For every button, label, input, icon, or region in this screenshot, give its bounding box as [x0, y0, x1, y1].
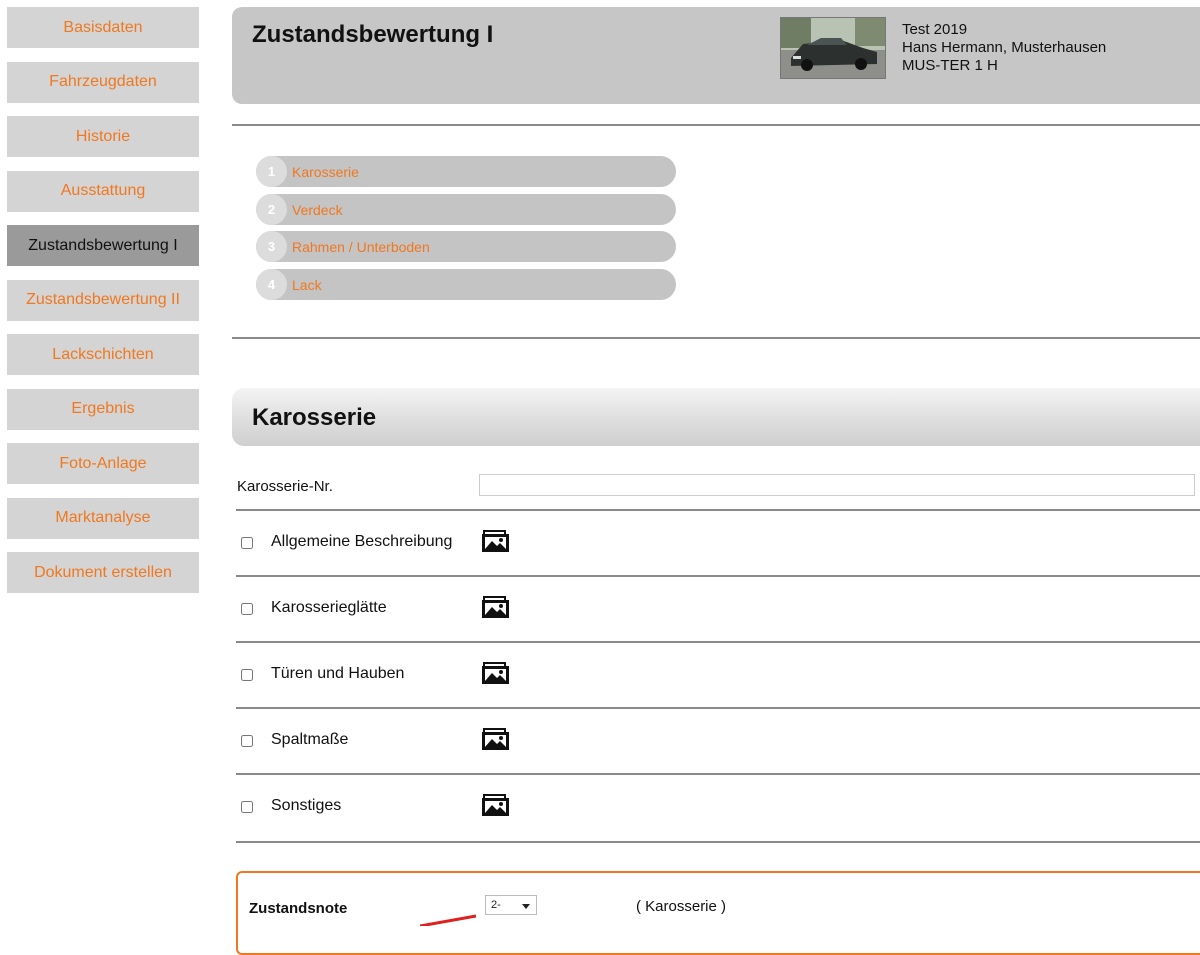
karosserie-nr-input[interactable]: [479, 474, 1195, 496]
list-item-karosseriegl-tte: Karosserieglätte: [236, 575, 1200, 643]
step-karosserie[interactable]: 1 Karosserie: [256, 156, 676, 187]
row-label: Türen und Hauben: [271, 665, 405, 682]
photo-gallery-icon[interactable]: [481, 595, 511, 619]
sidebar-item-zustandsbewertung-1[interactable]: Zustandsbewertung I: [7, 225, 199, 266]
sidebar-item-marktanalyse[interactable]: Marktanalyse: [7, 497, 199, 539]
step-label: Rahmen / Unterboden: [292, 239, 430, 255]
step-label: Lack: [292, 276, 322, 293]
step-number: 3: [256, 231, 287, 262]
sidebar-item-basisdaten[interactable]: Basisdaten: [7, 7, 199, 48]
chevron-down-icon: [522, 904, 530, 909]
grade-note: ( Karosserie ): [636, 898, 727, 915]
karosserie-nr-label: Karosserie-Nr.: [237, 478, 333, 495]
divider: [232, 124, 1200, 126]
vehicle-info-line-2: Hans Hermann, Musterhausen: [902, 39, 1107, 56]
sidebar-item-fahrzeugdaten[interactable]: Fahrzeugdaten: [7, 61, 199, 103]
sidebar-item-ergebnis[interactable]: Ergebnis: [7, 388, 199, 430]
page-title: Zustandsbewertung I: [252, 21, 494, 48]
grade-panel: Zustandsnote 2- ( Karosserie ): [236, 871, 1200, 955]
annotation-arrow-icon: [420, 914, 477, 926]
sidebar-item-ausstattung[interactable]: Ausstattung: [7, 170, 199, 212]
photo-gallery-icon[interactable]: [481, 661, 511, 685]
row-checkbox[interactable]: [241, 801, 253, 813]
sidebar-item-lackschichten[interactable]: Lackschichten: [7, 334, 199, 375]
sidebar-item-zustandsbewertung-2[interactable]: Zustandsbewertung II: [7, 279, 199, 321]
sidebar-item-historie[interactable]: Historie: [7, 116, 199, 157]
step-number: 2: [256, 193, 287, 225]
grade-label: Zustandsnote: [249, 900, 348, 917]
section-title: Karosserie: [252, 404, 377, 431]
step-list: 1 Karosserie 2 Verdeck 3 Rahmen / Unterb…: [256, 156, 676, 306]
row-label: Karosserieglätte: [271, 599, 387, 616]
step-number: 1: [256, 156, 287, 187]
list-item-spaltmasse: Spaltmaße: [236, 707, 1200, 775]
step-label: Verdeck: [292, 201, 343, 218]
step-number: 4: [256, 268, 287, 300]
step-verdeck[interactable]: 2 Verdeck: [256, 193, 676, 225]
section-header: Karosserie: [232, 388, 1200, 446]
step-lack[interactable]: 4 Lack: [256, 268, 676, 300]
step-label: Karosserie: [292, 164, 359, 180]
row-checkbox[interactable]: [241, 669, 253, 681]
row-label: Sonstiges: [271, 797, 342, 814]
page-header: Zustandsbewertung I Test 2019 Hans Herma…: [232, 7, 1200, 104]
row-label: Allgemeine Beschreibung: [271, 533, 453, 550]
photo-gallery-icon[interactable]: [481, 529, 511, 553]
grade-select[interactable]: 2-: [485, 895, 537, 915]
vehicle-info: Test 2019 Hans Hermann, Musterhausen MUS…: [902, 21, 1106, 75]
vehicle-thumbnail: [780, 17, 886, 79]
list-item-tueren-und-hauben: Türen und Hauben: [236, 641, 1200, 709]
car-photo-icon: [781, 18, 885, 78]
grade-select-value: 2-: [491, 899, 501, 911]
row-checkbox[interactable]: [241, 603, 253, 615]
list-item-allgemeine-beschreibung: Allgemeine Beschreibung: [236, 509, 1200, 577]
step-rahmen-unterboden[interactable]: 3 Rahmen / Unterboden: [256, 231, 676, 262]
row-checkbox[interactable]: [241, 735, 253, 747]
list-item-sonstiges: Sonstiges: [236, 773, 1200, 843]
sidebar-nav: Basisdaten Fahrzeugdaten Historie Aussta…: [7, 7, 199, 607]
photo-gallery-icon[interactable]: [481, 793, 511, 817]
sidebar-item-dokument-erstellen[interactable]: Dokument erstellen: [7, 552, 199, 593]
sidebar-item-foto-anlage[interactable]: Foto-Anlage: [7, 443, 199, 484]
divider: [232, 337, 1200, 339]
photo-gallery-icon[interactable]: [481, 727, 511, 751]
vehicle-info-line-1: Test 2019: [902, 21, 968, 38]
row-label: Spaltmaße: [271, 731, 349, 748]
row-checkbox[interactable]: [241, 537, 253, 549]
vehicle-info-line-3: MUS-TER 1 H: [902, 57, 998, 74]
